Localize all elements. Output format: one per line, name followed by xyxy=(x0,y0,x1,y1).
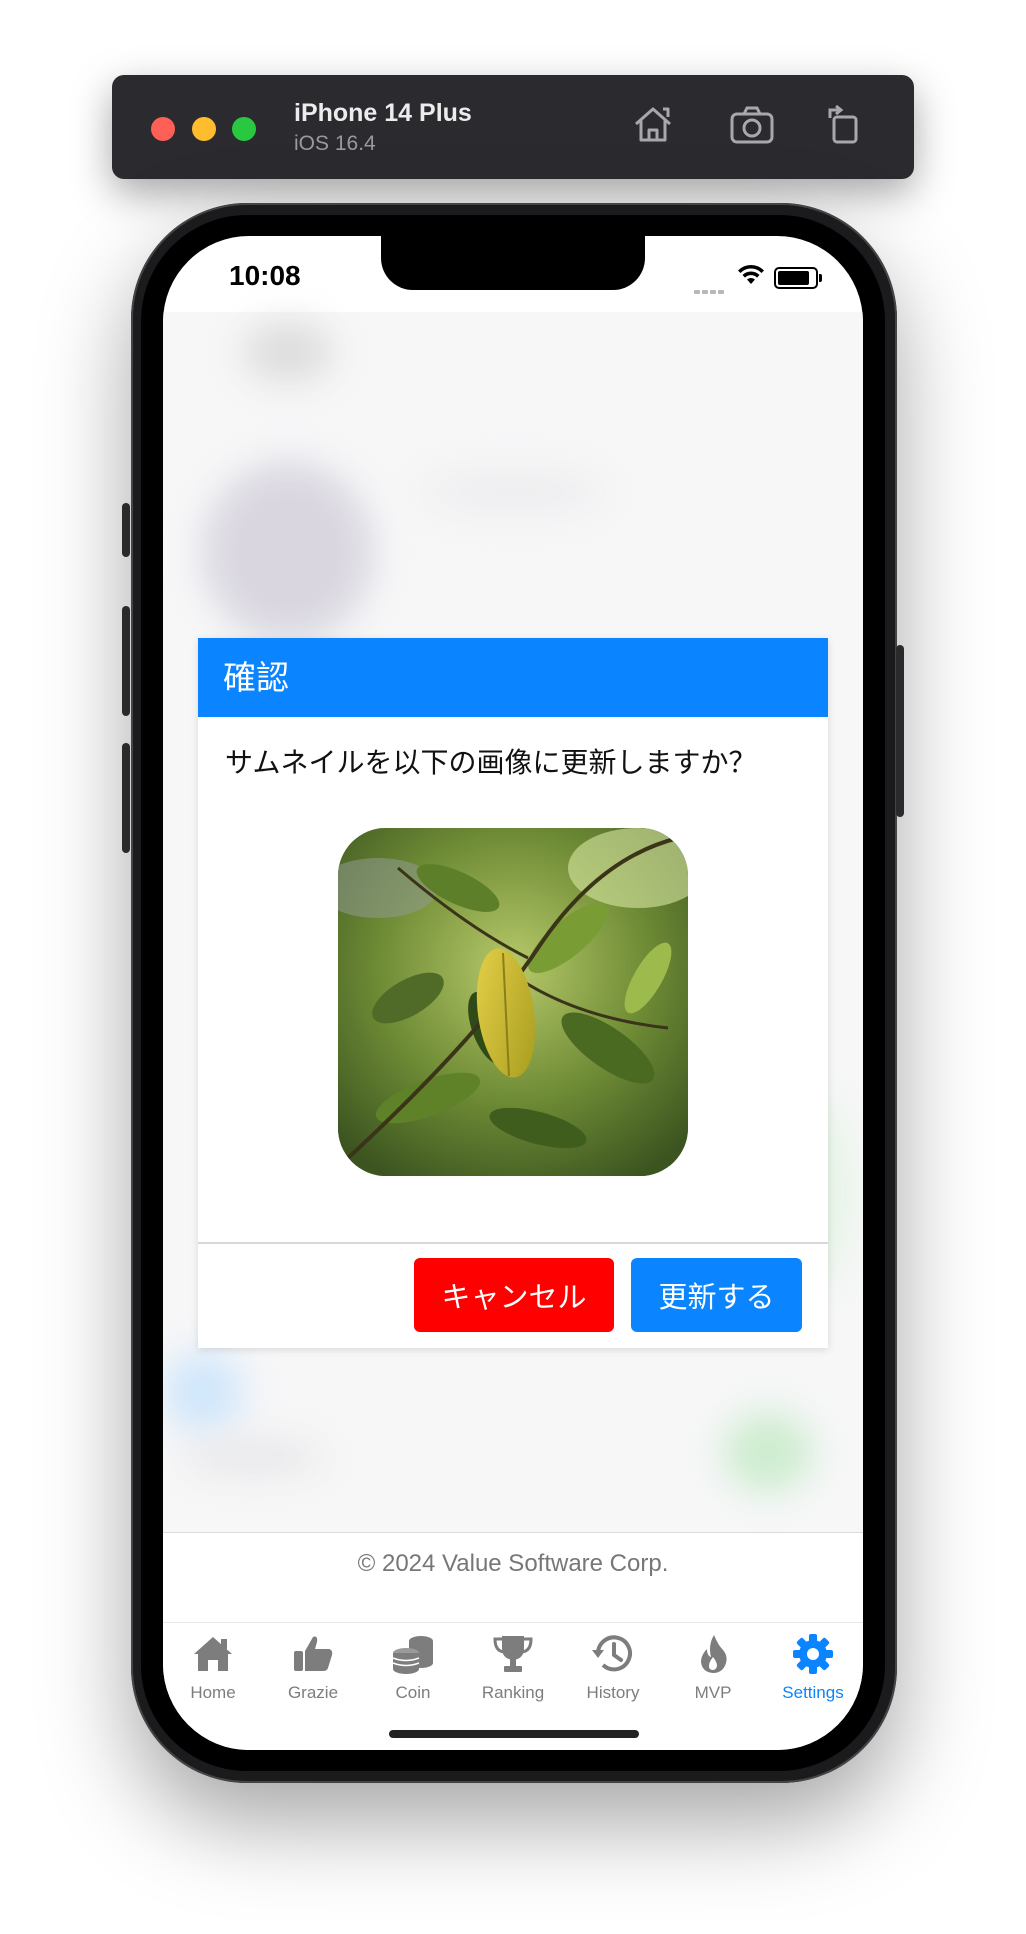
screenshot-icon[interactable] xyxy=(727,100,777,150)
history-icon xyxy=(592,1635,632,1672)
copyright-text: © 2024 Value Software Corp. xyxy=(357,1550,669,1577)
tab-coin[interactable]: Coin xyxy=(363,1623,463,1703)
tab-ranking[interactable]: Ranking xyxy=(463,1623,563,1703)
device-name: iPhone 14 Plus xyxy=(294,99,472,127)
coins-icon xyxy=(392,1636,433,1674)
cancel-button[interactable]: キャンセル xyxy=(414,1258,614,1332)
dialog-divider xyxy=(198,1242,828,1244)
house-icon xyxy=(194,1637,232,1671)
battery-icon xyxy=(774,267,822,289)
tab-label: Home xyxy=(190,1683,236,1702)
flame-icon xyxy=(701,1635,727,1673)
zoom-window-button[interactable] xyxy=(232,117,256,141)
home-icon[interactable] xyxy=(628,100,678,150)
tab-settings[interactable]: Settings xyxy=(763,1623,863,1703)
tab-home[interactable]: Home xyxy=(163,1623,263,1703)
signal-icon xyxy=(694,281,726,299)
update-button[interactable]: 更新する xyxy=(631,1258,802,1332)
tab-grazie[interactable]: Grazie xyxy=(263,1623,363,1703)
tab-label: Grazie xyxy=(287,1683,339,1702)
notch xyxy=(381,236,645,290)
thumbnail-preview-image xyxy=(338,828,688,1176)
home-indicator xyxy=(389,1730,639,1738)
dialog-message: サムネイルを以下の画像に更新しますか？ xyxy=(225,747,757,778)
footer-divider xyxy=(163,1532,863,1533)
volume-up-button xyxy=(122,606,130,716)
minimize-window-button[interactable] xyxy=(192,117,216,141)
phone-screen: 10:08 確認 サムネイルを以下の画像に更新しますか？ キャンセル 更新する … xyxy=(163,236,863,1750)
silent-switch xyxy=(122,503,130,557)
os-version: iOS 16.4 xyxy=(294,132,376,155)
trophy-icon xyxy=(493,1636,533,1672)
wifi-icon xyxy=(736,264,766,291)
rotate-icon[interactable] xyxy=(818,100,868,150)
status-time: 10:08 xyxy=(229,260,301,291)
tab-label: Ranking xyxy=(481,1683,545,1702)
tab-label: Coin xyxy=(395,1683,431,1702)
confirm-dialog: 確認 サムネイルを以下の画像に更新しますか？ キャンセル 更新する xyxy=(198,638,828,1348)
tab-label: Settings xyxy=(782,1683,844,1702)
tab-mvp[interactable]: MVP xyxy=(663,1623,763,1703)
volume-down-button xyxy=(122,743,130,853)
tab-history[interactable]: History xyxy=(563,1623,663,1703)
power-button xyxy=(896,645,904,817)
dialog-title: 確認 xyxy=(198,638,828,717)
close-window-button[interactable] xyxy=(151,117,175,141)
gear-icon xyxy=(793,1634,833,1674)
tab-label: History xyxy=(586,1683,640,1702)
thumbs-up-icon xyxy=(294,1636,333,1671)
tab-label: MVP xyxy=(694,1683,732,1702)
